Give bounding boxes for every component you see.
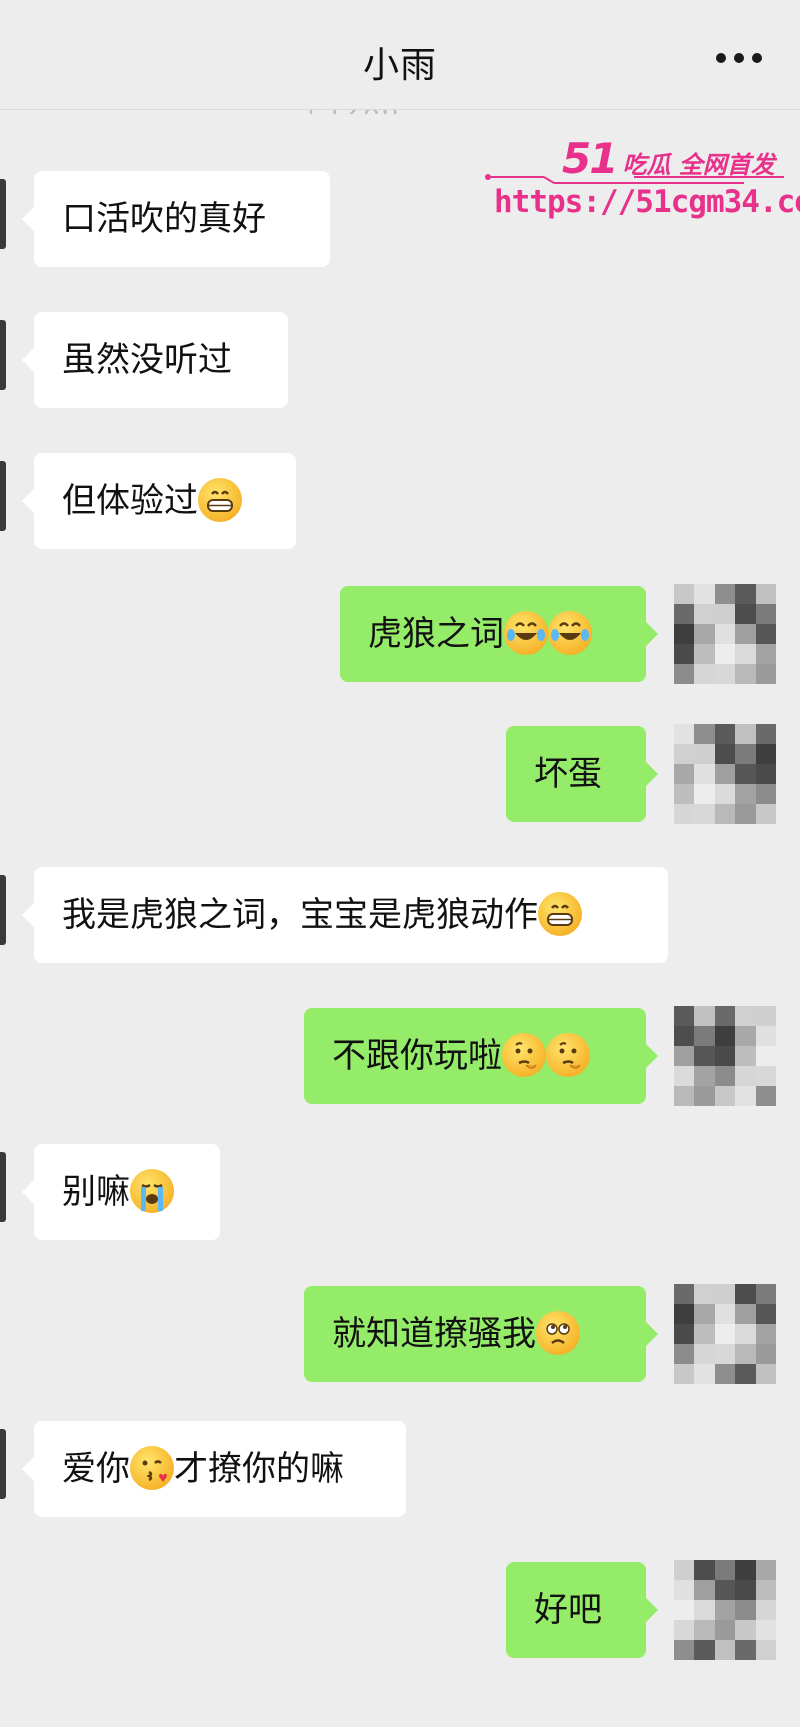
grin-icon [538, 891, 582, 936]
confused-face-icon [536, 1310, 580, 1355]
chat-title: 小雨 [362, 45, 437, 86]
incoming-message-bubble[interactable]: 但体验过 [22, 453, 296, 549]
thinking-face-icon [546, 1032, 590, 1077]
message-text: 别嘛 [62, 1172, 130, 1212]
watermark-url: https://51cgm34.com [494, 184, 800, 220]
chat-header: 小雨 [0, 0, 800, 110]
contact-avatar[interactable] [0, 320, 6, 390]
contact-avatar[interactable] [0, 1152, 6, 1222]
my-avatar[interactable] [674, 1006, 776, 1106]
incoming-message-bubble[interactable]: 别嘛 [22, 1144, 220, 1240]
contact-avatar[interactable] [0, 179, 6, 249]
more-options-icon[interactable] [716, 52, 762, 64]
incoming-message-bubble[interactable]: 爱你 才撩你的嘛 [22, 1421, 406, 1517]
kiss-icon [130, 1445, 174, 1490]
message-text: 口活吹的真好 [62, 199, 266, 239]
message-text: 就知道撩骚我 [332, 1314, 536, 1354]
outgoing-message-bubble[interactable]: 好吧 [506, 1562, 658, 1658]
message-text: 坏蛋 [534, 754, 602, 794]
contact-avatar[interactable] [0, 461, 6, 531]
tears-of-joy-icon [548, 610, 592, 655]
contact-avatar[interactable] [0, 875, 6, 945]
message-text: 不跟你玩啦 [332, 1036, 502, 1076]
watermark: 51 吃瓜 全网首发 https://51cgm34.com [484, 134, 800, 234]
message-text: 但体验过 [62, 481, 198, 521]
outgoing-message-bubble[interactable]: 虎狼之词 [340, 586, 658, 682]
tears-of-joy-icon [504, 610, 548, 655]
incoming-message-bubble[interactable]: 口活吹的真好 [22, 171, 330, 267]
my-avatar[interactable] [674, 724, 776, 824]
message-text-continued: 才撩你的嘛 [174, 1449, 344, 1489]
my-avatar[interactable] [674, 584, 776, 684]
my-avatar[interactable] [674, 1560, 776, 1660]
grin-icon [198, 477, 242, 522]
message-text: 爱你 [62, 1449, 130, 1489]
incoming-message-bubble[interactable]: 虽然没听过 [22, 312, 288, 408]
message-text: 好吧 [534, 1590, 602, 1630]
contact-avatar[interactable] [0, 1429, 6, 1499]
outgoing-message-bubble[interactable]: 坏蛋 [506, 726, 658, 822]
message-text: 虎狼之词 [368, 614, 504, 654]
thinking-face-icon [502, 1032, 546, 1077]
outgoing-message-bubble[interactable]: 就知道撩骚我 [304, 1286, 658, 1382]
message-text: 我是虎狼之词，宝宝是虎狼动作 [62, 895, 538, 935]
message-text: 虽然没听过 [62, 340, 232, 380]
loudly-crying-icon [130, 1168, 174, 1213]
my-avatar[interactable] [674, 1284, 776, 1384]
outgoing-message-bubble[interactable]: 不跟你玩啦 [304, 1008, 658, 1104]
incoming-message-bubble[interactable]: 我是虎狼之词，宝宝是虎狼动作 [22, 867, 668, 963]
